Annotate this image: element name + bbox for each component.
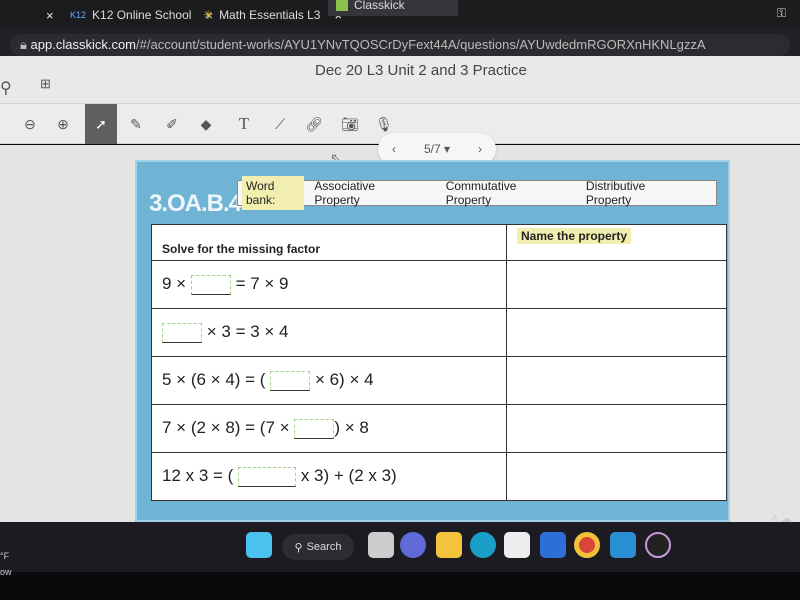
equation-cell: 7 × (2 × 8) = (7 × ) × 8	[151, 404, 507, 453]
classkick-icon	[336, 0, 348, 11]
tab-bar: × K12 K12 Online School × ✳ Math Essentials…	[0, 0, 800, 28]
pointer-tool-icon[interactable]: ➚	[85, 104, 117, 144]
equation-cell: 9 × = 7 × 9	[151, 260, 507, 309]
word-bank: Word bank: Associative Property Commutat…	[237, 176, 717, 210]
taskbar: ⚲ Search	[0, 522, 800, 572]
teams-chat-icon[interactable]	[400, 532, 426, 558]
answer-blank[interactable]	[162, 322, 202, 343]
equation-cell: × 3 = 3 × 4	[151, 308, 507, 357]
property-answer-cell[interactable]	[506, 356, 727, 405]
store-icon[interactable]	[504, 532, 530, 558]
file-explorer-icon[interactable]	[436, 532, 462, 558]
app-icon[interactable]	[540, 532, 566, 558]
close-tab-icon[interactable]: ×	[46, 8, 54, 23]
table-header-row: Solve for the missing factor Name the pr…	[151, 224, 727, 261]
k12-icon: K12	[70, 10, 87, 20]
chevron-down-icon: ▾	[443, 142, 451, 156]
edge-icon[interactable]	[470, 532, 496, 558]
worksheet: 3.OA.B.4 Word bank: Associative Property…	[135, 160, 730, 522]
word-bank-item: Distributive Property	[585, 179, 646, 207]
page-title: Dec 20 L3 Unit 2 and 3 Practice	[315, 62, 527, 79]
table-row: 12 x 3 = ( x 3) + (2 x 3)	[151, 452, 727, 501]
word-bank-item: Commutative Property	[445, 179, 517, 207]
camera-icon[interactable]: 📷︎	[334, 107, 366, 141]
search-icon[interactable]: ⚲	[0, 78, 12, 98]
app-header: ⚲ ⊞ Dec 20 L3 Unit 2 and 3 Practice	[0, 56, 800, 104]
weather-widget[interactable]: °F ow	[0, 548, 12, 580]
property-answer-cell[interactable]	[506, 260, 727, 309]
column-header-solve: Solve for the missing factor	[151, 224, 507, 261]
table-row: 7 × (2 × 8) = (7 × ) × 8	[151, 404, 727, 453]
media-player-icon[interactable]	[610, 532, 636, 558]
system-tray[interactable]: ˄ ☁	[772, 512, 793, 525]
word-bank-label: Word bank:	[242, 176, 305, 210]
property-answer-cell[interactable]	[506, 404, 727, 453]
url-input[interactable]: 🔒︎ app.classkick.com/#/account/student-w…	[10, 34, 790, 56]
clipchamp-icon[interactable]	[645, 532, 671, 558]
property-answer-cell[interactable]	[506, 308, 727, 357]
prev-page-button[interactable]: ‹	[392, 142, 396, 156]
lock-icon: 🔒︎	[20, 37, 31, 52]
table-row: 5 × (6 × 4) = ( × 6) × 4	[151, 356, 727, 405]
cloud-icon: ☁	[781, 513, 792, 525]
chevron-up-icon[interactable]: ˄	[772, 513, 778, 525]
task-view-icon[interactable]	[368, 532, 394, 558]
eraser-icon[interactable]: ◆	[190, 107, 222, 141]
table-row: 9 × = 7 × 9	[151, 260, 727, 309]
equation-cell: 12 x 3 = ( x 3) + (2 x 3)	[151, 452, 507, 501]
property-answer-cell[interactable]	[506, 452, 727, 501]
windows-start-icon[interactable]	[246, 532, 272, 558]
taskbar-search-button[interactable]: ⚲ Search	[282, 534, 354, 560]
search-icon: ⚲	[294, 541, 303, 554]
answer-blank[interactable]	[190, 274, 231, 295]
answer-blank[interactable]	[294, 418, 335, 439]
problem-table: Solve for the missing factor Name the pr…	[151, 224, 727, 501]
link-icon[interactable]: 🔗︎	[298, 107, 330, 141]
equation-cell: 5 × (6 × 4) = ( × 6) × 4	[151, 356, 507, 405]
next-page-button[interactable]: ›	[478, 142, 482, 156]
table-row: × 3 = 3 × 4	[151, 308, 727, 357]
chrome-icon[interactable]	[574, 532, 600, 558]
word-bank-item: Associative Property	[314, 179, 376, 207]
page-select[interactable]: 5/7 ▾	[424, 142, 450, 156]
line-tool-icon[interactable]: ⟋	[264, 107, 296, 141]
zoom-out-icon[interactable]: ⊖	[14, 107, 46, 141]
tab-unknown[interactable]: ×	[30, 4, 62, 26]
grid-icon[interactable]: ⊞	[40, 76, 51, 92]
standard-code: 3.OA.B.4	[149, 190, 242, 217]
tab-math-essentials[interactable]: ✳Math Essentials L3×	[195, 4, 350, 26]
column-header-property: Name the property	[506, 224, 727, 261]
answer-blank[interactable]	[238, 466, 297, 487]
pen-icon[interactable]: ✎	[120, 107, 152, 141]
sparkle-icon: ✳	[203, 8, 214, 22]
highlighter-icon[interactable]: ✐	[156, 107, 188, 141]
zoom-in-icon[interactable]: ⊕	[47, 107, 79, 141]
key-icon[interactable]: ⚿	[777, 6, 786, 21]
text-tool-icon[interactable]: T	[228, 107, 260, 141]
answer-blank[interactable]	[270, 370, 311, 391]
tab-classkick[interactable]: Classkick	[328, 0, 458, 16]
